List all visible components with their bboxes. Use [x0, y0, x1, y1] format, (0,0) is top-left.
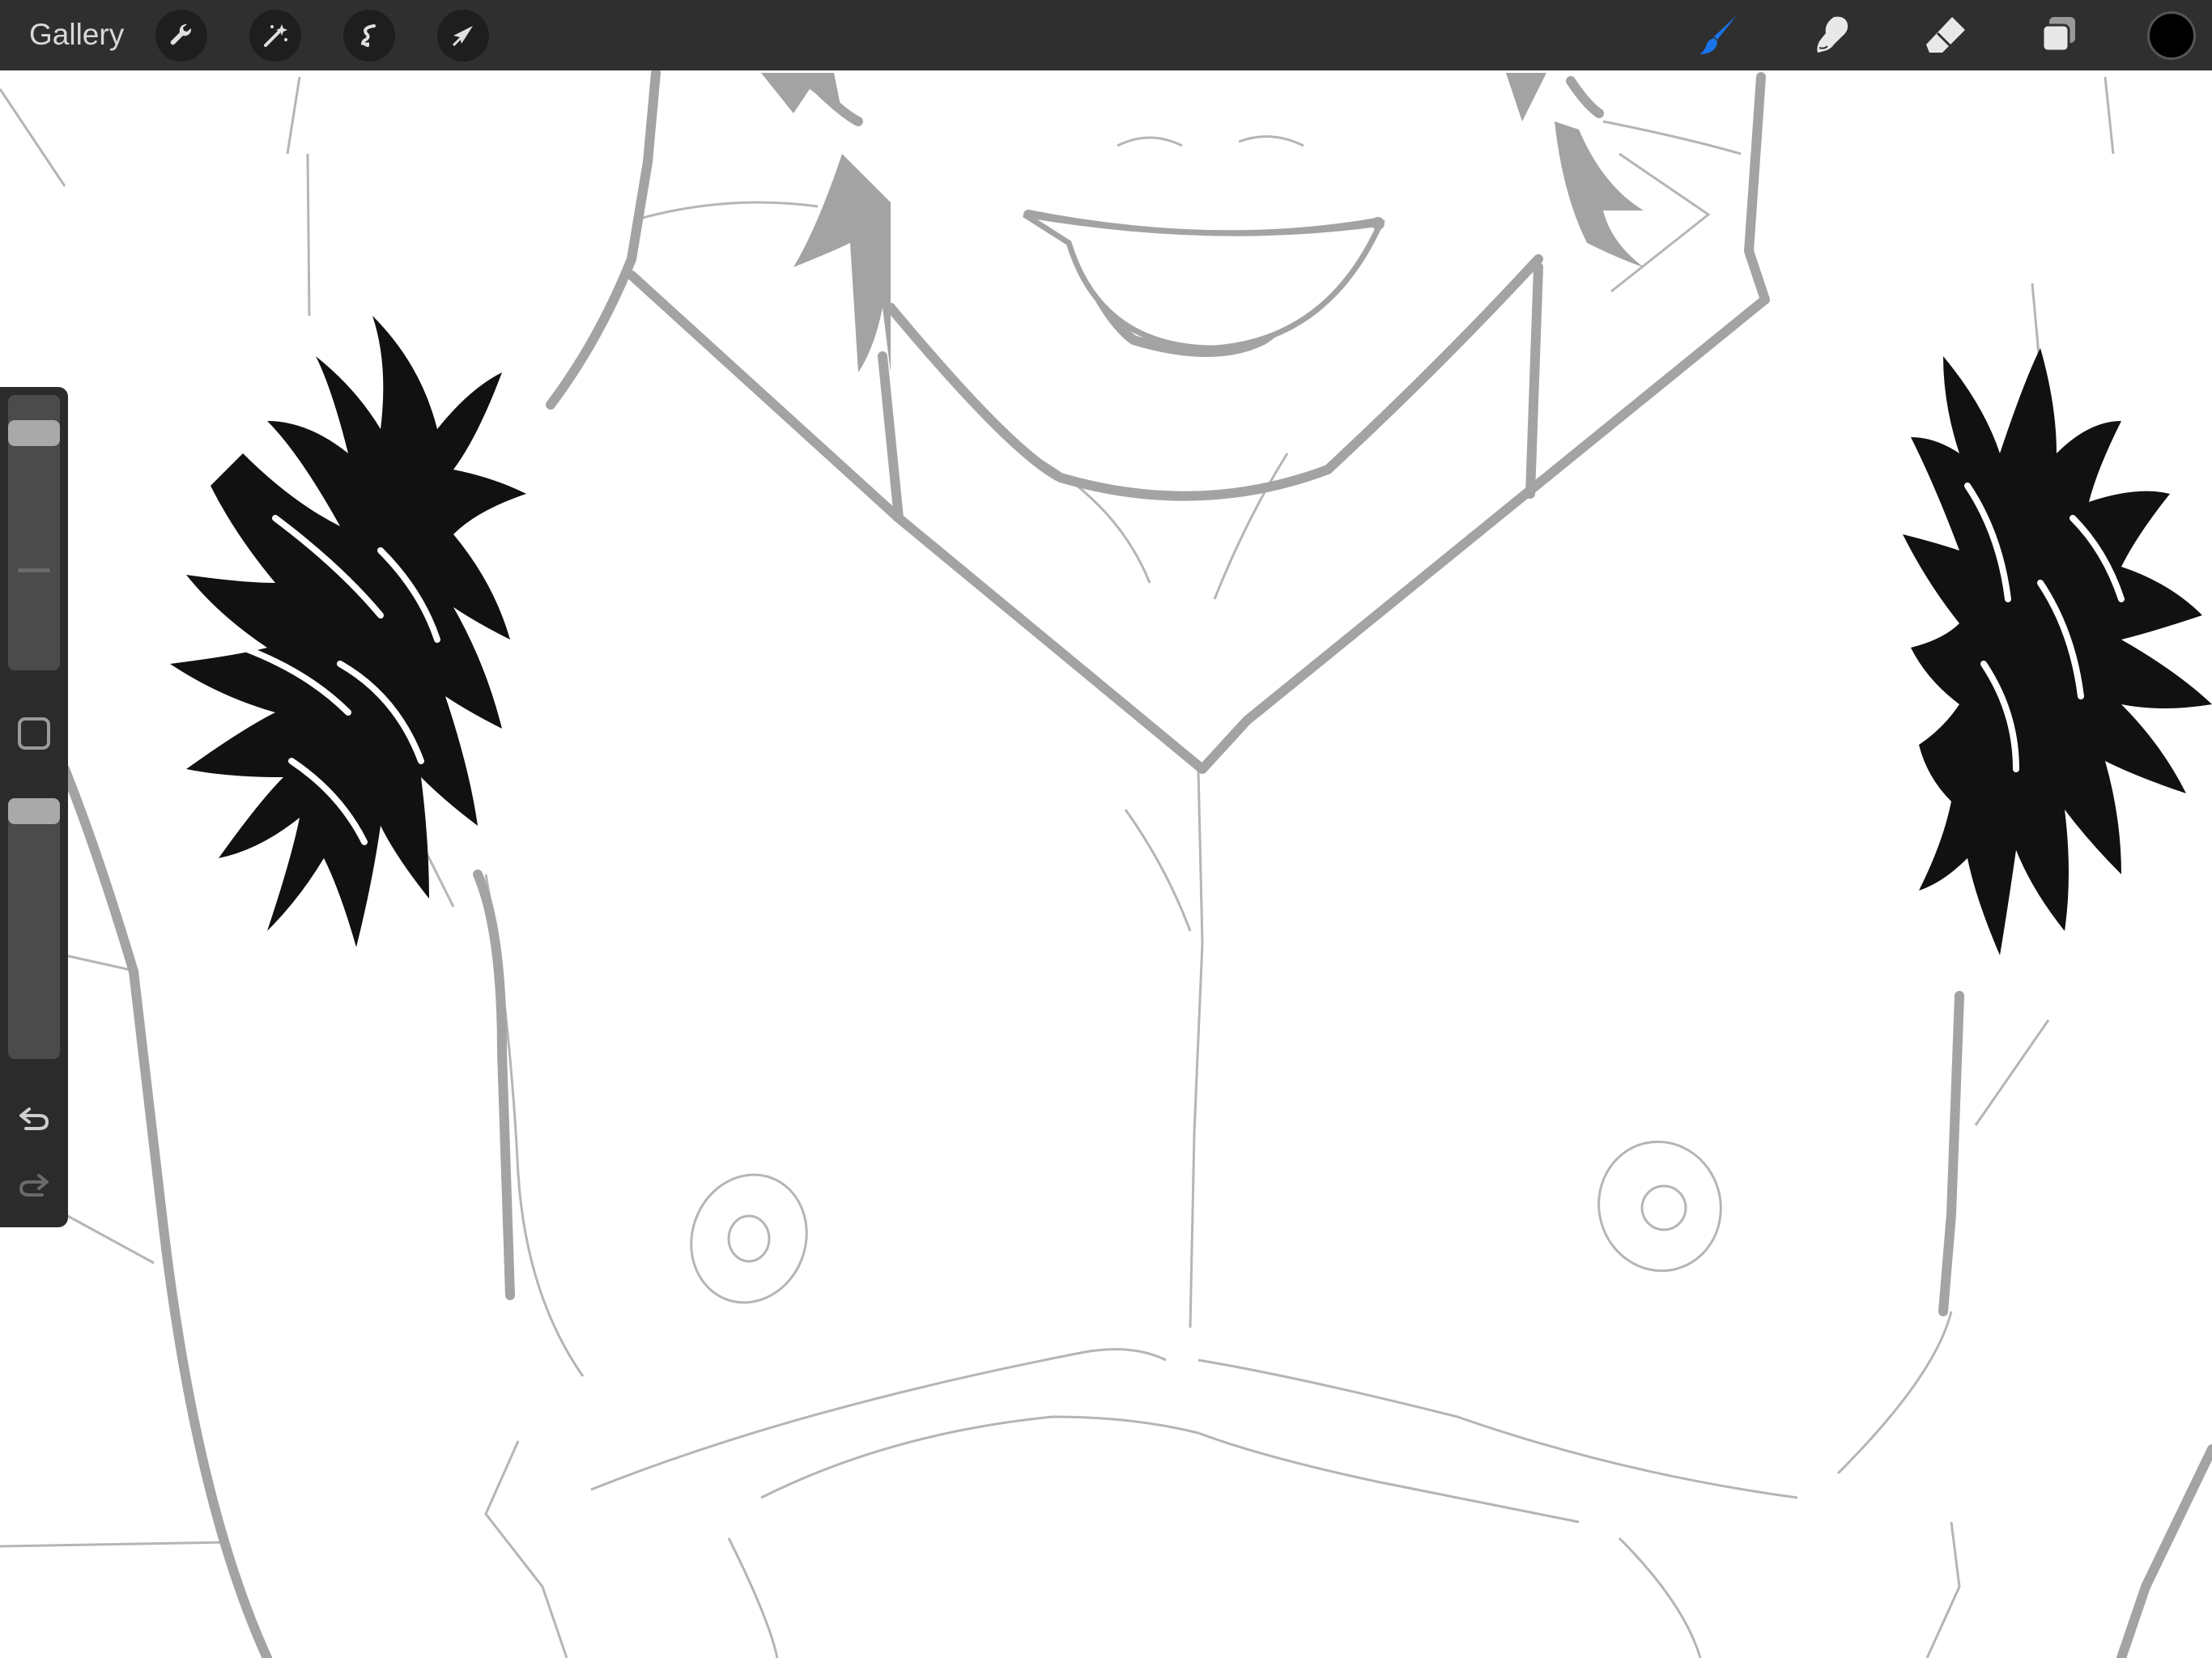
- transform-button[interactable]: [437, 10, 489, 62]
- modify-button[interactable]: [18, 717, 50, 750]
- undo-button[interactable]: [15, 1099, 53, 1138]
- color-picker-button[interactable]: [2147, 11, 2196, 60]
- brush-size-slider[interactable]: [8, 395, 60, 670]
- gallery-button[interactable]: Gallery: [29, 16, 124, 53]
- brush-icon: [1699, 15, 1737, 54]
- adjustments-button[interactable]: [249, 10, 301, 62]
- procreate-app: Gallery: [0, 0, 2212, 1658]
- undo-icon: [19, 1107, 49, 1130]
- eraser-button[interactable]: [1919, 8, 1972, 62]
- opacity-slider[interactable]: [8, 798, 60, 1059]
- wrench-icon: [170, 23, 192, 45]
- sidebar: [0, 387, 68, 1227]
- smudge-icon: [1817, 16, 1848, 53]
- redo-icon: [19, 1174, 49, 1197]
- layers-icon: [2041, 17, 2075, 53]
- drawing-canvas[interactable]: [0, 70, 2212, 1658]
- actions-button[interactable]: [155, 10, 207, 62]
- layers-button[interactable]: [2032, 8, 2086, 62]
- selection-icon: [361, 24, 376, 47]
- slider-tick: [18, 568, 50, 572]
- brush-size-thumb[interactable]: [8, 420, 60, 446]
- eraser-icon: [1926, 17, 1965, 53]
- redo-button[interactable]: [15, 1166, 53, 1205]
- magic-wand-icon: [264, 24, 287, 47]
- smudge-button[interactable]: [1806, 8, 1859, 62]
- opacity-thumb[interactable]: [8, 798, 60, 824]
- transform-arrow-icon: [452, 26, 473, 47]
- selection-button[interactable]: [343, 10, 395, 62]
- top-toolbar: Gallery: [0, 0, 2212, 70]
- brush-button[interactable]: [1692, 8, 1746, 62]
